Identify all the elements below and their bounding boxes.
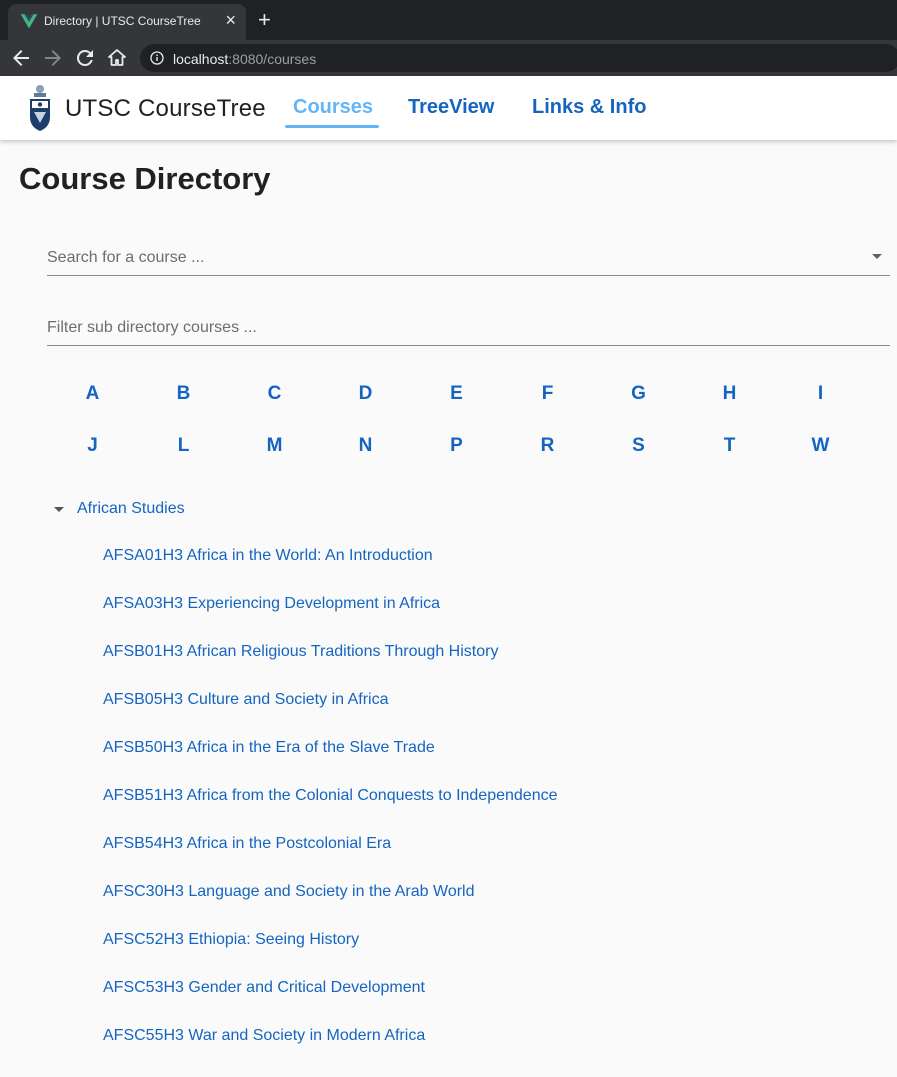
- course-link[interactable]: AFSC30H3 Language and Society in the Ara…: [103, 883, 475, 901]
- dropdown-caret-icon[interactable]: [872, 254, 882, 259]
- browser-toolbar: localhost:8080/courses: [0, 40, 897, 76]
- vue-logo-icon: [20, 14, 38, 29]
- subject-group-label[interactable]: African Studies: [77, 500, 185, 518]
- letter-link[interactable]: L: [138, 435, 229, 457]
- course-link[interactable]: AFSB51H3 Africa from the Colonial Conque…: [103, 787, 558, 805]
- letter-link[interactable]: C: [229, 383, 320, 405]
- nav-treeview[interactable]: TreeView: [408, 96, 494, 119]
- page-title: Course Directory: [19, 161, 271, 196]
- browser-tab[interactable]: Directory | UTSC CourseTree ×: [8, 4, 246, 40]
- subdirectory-filter-input[interactable]: [47, 310, 890, 340]
- info-icon[interactable]: [150, 51, 164, 65]
- letter-link[interactable]: P: [411, 435, 502, 457]
- letter-link[interactable]: J: [47, 435, 138, 457]
- letter-link[interactable]: S: [593, 435, 684, 457]
- letter-link[interactable]: M: [229, 435, 320, 457]
- home-icon[interactable]: [105, 46, 129, 70]
- active-nav-indicator: [285, 125, 379, 128]
- letter-link[interactable]: W: [775, 435, 866, 457]
- course-search-field[interactable]: [47, 240, 890, 276]
- course-link[interactable]: AFSB05H3 Culture and Society in Africa: [103, 691, 388, 709]
- course-link[interactable]: AFSB54H3 Africa in the Postcolonial Era: [103, 835, 391, 853]
- letter-link[interactable]: A: [47, 383, 138, 405]
- course-link[interactable]: AFSC55H3 War and Society in Modern Afric…: [103, 1027, 425, 1045]
- letter-link[interactable]: G: [593, 383, 684, 405]
- letter-link[interactable]: R: [502, 435, 593, 457]
- letter-link[interactable]: B: [138, 383, 229, 405]
- url-text: localhost:8080/courses: [173, 51, 317, 67]
- close-tab-icon[interactable]: ×: [225, 11, 236, 29]
- course-link[interactable]: AFSB01H3 African Religious Traditions Th…: [103, 643, 498, 661]
- course-link[interactable]: AFSB50H3 Africa in the Era of the Slave …: [103, 739, 435, 757]
- letter-link[interactable]: I: [775, 383, 866, 405]
- app-header: UTSC CourseTree Courses TreeView Links &…: [0, 76, 897, 140]
- nav-links-info[interactable]: Links & Info: [532, 96, 646, 119]
- reload-icon[interactable]: [73, 46, 97, 70]
- course-link[interactable]: AFSA03H3 Experiencing Development in Afr…: [103, 595, 440, 613]
- new-tab-icon[interactable]: +: [258, 9, 271, 31]
- letter-link[interactable]: N: [320, 435, 411, 457]
- brand-title[interactable]: UTSC CourseTree: [65, 95, 266, 123]
- course-link[interactable]: AFSC52H3 Ethiopia: Seeing History: [103, 931, 359, 949]
- expand-caret-icon[interactable]: [54, 507, 64, 512]
- letter-link[interactable]: T: [684, 435, 775, 457]
- tab-title: Directory | UTSC CourseTree: [44, 14, 201, 28]
- utsc-crest-logo: [30, 85, 50, 131]
- letter-link[interactable]: H: [684, 383, 775, 405]
- letter-link[interactable]: E: [411, 383, 502, 405]
- course-search-input[interactable]: [47, 240, 890, 270]
- course-link[interactable]: AFSA01H3 Africa in the World: An Introdu…: [103, 547, 433, 565]
- subdirectory-filter-field[interactable]: [47, 310, 890, 346]
- course-link[interactable]: AFSC53H3 Gender and Critical Development: [103, 979, 425, 997]
- browser-tab-bar: Directory | UTSC CourseTree × +: [0, 0, 897, 40]
- forward-arrow-icon[interactable]: [41, 46, 65, 70]
- letter-link[interactable]: F: [502, 383, 593, 405]
- address-bar[interactable]: localhost:8080/courses: [140, 44, 897, 72]
- letter-link[interactable]: D: [320, 383, 411, 405]
- back-arrow-icon[interactable]: [9, 46, 33, 70]
- nav-courses[interactable]: Courses: [293, 96, 373, 119]
